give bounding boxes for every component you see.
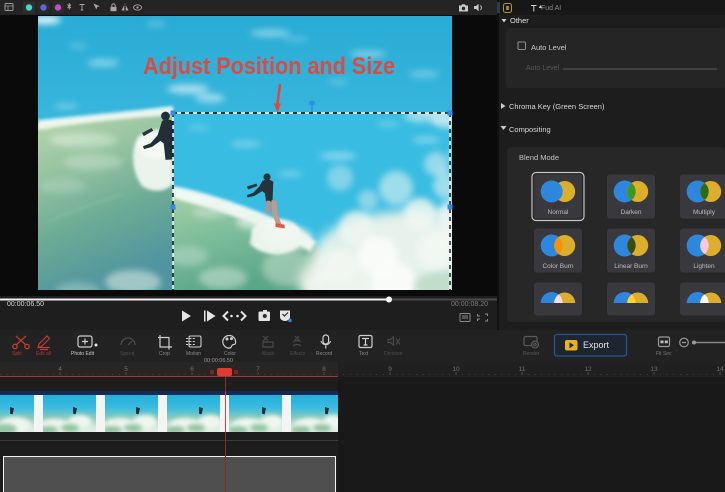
svg-text:Linear Burn: Linear Burn [614,263,648,270]
svg-text:8: 8 [322,366,326,373]
svg-text:Darken: Darken [621,209,642,216]
svg-text:Normal: Normal [548,209,570,216]
svg-text:6: 6 [190,366,194,373]
svg-text:11: 11 [519,366,526,373]
svg-text:7: 7 [256,366,260,373]
svg-text:Color Burn: Color Burn [542,263,573,270]
svg-text:Lighten: Lighten [693,263,715,270]
svg-text:4: 4 [58,366,62,373]
svg-text:12: 12 [584,366,592,373]
svg-text:5: 5 [124,366,128,373]
svg-text:9: 9 [388,366,392,373]
svg-text:10: 10 [452,366,460,373]
svg-text:14: 14 [716,366,724,373]
svg-text:13: 13 [650,366,658,373]
svg-text:Multiply: Multiply [693,209,716,216]
